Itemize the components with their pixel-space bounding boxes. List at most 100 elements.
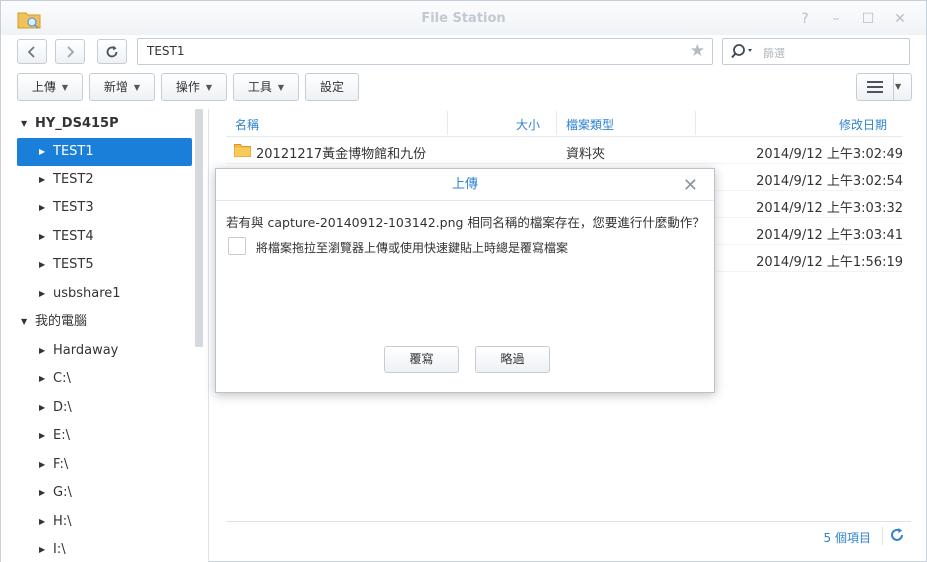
overwrite-button[interactable]: 覆寫 (384, 346, 459, 373)
sidebar-item-label: C:\ (53, 371, 71, 386)
tree-my-computer-label: 我的電腦 (35, 314, 88, 329)
chevron-right-icon (67, 46, 75, 58)
file-row[interactable]: 20121217黃金博物館和九份 資料夾 2014/9/12 上午3:02:49 (226, 137, 903, 164)
collapsed-triangle-icon[interactable]: ▶ (39, 251, 45, 279)
search-placeholder: 篩選 (763, 47, 785, 60)
tools-button[interactable]: 工具 ▼ (233, 73, 299, 101)
skip-button[interactable]: 略過 (475, 346, 550, 373)
collapsed-triangle-icon[interactable]: ▶ (39, 280, 45, 308)
path-bar[interactable]: TEST1 ★ (137, 38, 713, 65)
sidebar-item-label: H:\ (53, 514, 72, 529)
window-title: File Station (421, 11, 506, 26)
sidebar-item-drive-d[interactable]: ▶ D:\ (17, 394, 192, 422)
file-date: 2014/9/12 上午3:03:41 (756, 228, 903, 243)
always-overwrite-checkbox[interactable] (228, 237, 246, 255)
sidebar-item-usbshare1[interactable]: ▶ usbshare1 (17, 280, 192, 308)
close-icon[interactable]: ✕ (683, 175, 698, 196)
file-station-window: File Station ? – ☐ ✕ TEST1 ★ 篩選 上傳 ▼ 新增 … (0, 0, 927, 562)
expanded-triangle-icon[interactable]: ▼ (21, 110, 27, 138)
collapsed-triangle-icon[interactable]: ▶ (39, 166, 45, 194)
chevron-down-icon: ▼ (277, 83, 285, 92)
view-mode-button[interactable]: ▼ (856, 73, 912, 101)
tree-root-nas[interactable]: ▼ HY_DS415P (17, 110, 192, 138)
forward-button[interactable] (55, 39, 85, 64)
settings-label: 設定 (319, 80, 344, 94)
sidebar-tree: ▼ HY_DS415P ▶ TEST1 ▶ TEST2 ▶ TEST3 ▶ TE… (1, 109, 209, 562)
chevron-down-icon: ▼ (61, 83, 69, 92)
expanded-triangle-icon[interactable]: ▼ (21, 308, 27, 336)
sidebar-item-label: I:\ (53, 542, 66, 557)
search-input[interactable]: 篩選 (722, 38, 910, 65)
collapsed-triangle-icon[interactable]: ▶ (39, 479, 45, 507)
settings-button[interactable]: 設定 (305, 73, 359, 101)
column-type[interactable]: 檔案類型 (566, 116, 614, 133)
collapsed-triangle-icon[interactable]: ▶ (39, 194, 45, 222)
sidebar-item-drive-h[interactable]: ▶ H:\ (17, 508, 192, 536)
star-icon[interactable]: ★ (690, 41, 705, 61)
action-label: 操作 (175, 80, 200, 94)
file-date: 2014/9/12 上午1:56:19 (756, 255, 903, 270)
collapsed-triangle-icon[interactable]: ▶ (39, 536, 45, 562)
sidebar-item-drive-c[interactable]: ▶ C:\ (17, 365, 192, 393)
upload-conflict-dialog: 上傳 ✕ 若有與 capture-20140912-103142.png 相同名… (215, 168, 715, 393)
create-button[interactable]: 新增 ▼ (89, 73, 155, 101)
tree-root-label: HY_DS415P (35, 116, 119, 131)
collapsed-triangle-icon[interactable]: ▶ (39, 394, 45, 422)
column-size[interactable]: 大小 (516, 116, 540, 133)
sidebar-item-test5[interactable]: ▶ TEST5 (17, 251, 192, 279)
sidebar-item-test1[interactable]: ▶ TEST1 (17, 138, 192, 166)
collapsed-triangle-icon[interactable]: ▶ (39, 451, 45, 479)
title-bar: File Station ? – ☐ ✕ (1, 1, 926, 35)
column-separator[interactable] (447, 111, 448, 135)
column-name[interactable]: 名稱 (235, 116, 259, 133)
sidebar-item-drive-g[interactable]: ▶ G:\ (17, 479, 192, 507)
sidebar-item-label: TEST1 (53, 144, 94, 159)
refresh-icon (106, 45, 118, 58)
sidebar-scrollbar[interactable] (195, 109, 203, 347)
sidebar-item-drive-i[interactable]: ▶ I:\ (17, 536, 192, 562)
collapsed-triangle-icon[interactable]: ▶ (39, 337, 45, 365)
close-window-icon[interactable]: ✕ (891, 10, 909, 28)
path-text: TEST1 (147, 44, 185, 58)
sidebar-item-label: usbshare1 (53, 286, 121, 301)
back-button[interactable] (17, 39, 47, 64)
collapsed-triangle-icon[interactable]: ▶ (39, 365, 45, 393)
sidebar-item-label: TEST4 (53, 229, 94, 244)
column-separator[interactable] (695, 111, 696, 135)
tree-my-computer[interactable]: ▼ 我的電腦 (17, 308, 192, 336)
upload-button[interactable]: 上傳 ▼ (17, 73, 83, 101)
chevron-left-icon (27, 46, 35, 58)
sidebar-item-label: TEST3 (53, 200, 94, 215)
create-label: 新增 (103, 80, 128, 94)
collapsed-triangle-icon[interactable]: ▶ (39, 138, 45, 166)
help-icon[interactable]: ? (796, 10, 814, 28)
refresh-icon[interactable] (889, 527, 905, 543)
sidebar-item-hardaway[interactable]: ▶ Hardaway (17, 337, 192, 365)
file-date: 2014/9/12 上午3:02:49 (756, 147, 903, 162)
sidebar-item-test2[interactable]: ▶ TEST2 (17, 166, 192, 194)
collapsed-triangle-icon[interactable]: ▶ (39, 508, 45, 536)
collapsed-triangle-icon[interactable]: ▶ (39, 422, 45, 450)
chevron-down-icon: ▼ (205, 83, 213, 92)
column-modified-date[interactable]: 修改日期 (839, 116, 887, 133)
chevron-down-icon[interactable]: ▼ (895, 74, 901, 100)
chevron-down-icon: ▼ (133, 83, 141, 92)
action-button[interactable]: 操作 ▼ (161, 73, 227, 101)
sidebar-item-label: TEST2 (53, 172, 94, 187)
sidebar-item-label: TEST5 (53, 257, 94, 272)
search-icon[interactable] (731, 43, 755, 61)
sidebar-item-test4[interactable]: ▶ TEST4 (17, 223, 192, 251)
file-list-footer: 5 個項目 (226, 521, 911, 551)
sidebar-item-label: D:\ (53, 400, 72, 415)
sidebar-item-drive-e[interactable]: ▶ E:\ (17, 422, 192, 450)
sidebar-item-drive-f[interactable]: ▶ F:\ (17, 451, 192, 479)
sidebar-item-test3[interactable]: ▶ TEST3 (17, 194, 192, 222)
refresh-button[interactable] (97, 39, 127, 64)
dialog-message: 若有與 capture-20140912-103142.png 相同名稱的檔案存… (226, 215, 705, 230)
minimize-icon[interactable]: – (827, 10, 845, 28)
sidebar-item-label: Hardaway (53, 343, 119, 358)
maximize-icon[interactable]: ☐ (859, 10, 877, 28)
list-view-icon (867, 81, 883, 93)
collapsed-triangle-icon[interactable]: ▶ (39, 223, 45, 251)
column-separator[interactable] (556, 111, 557, 135)
